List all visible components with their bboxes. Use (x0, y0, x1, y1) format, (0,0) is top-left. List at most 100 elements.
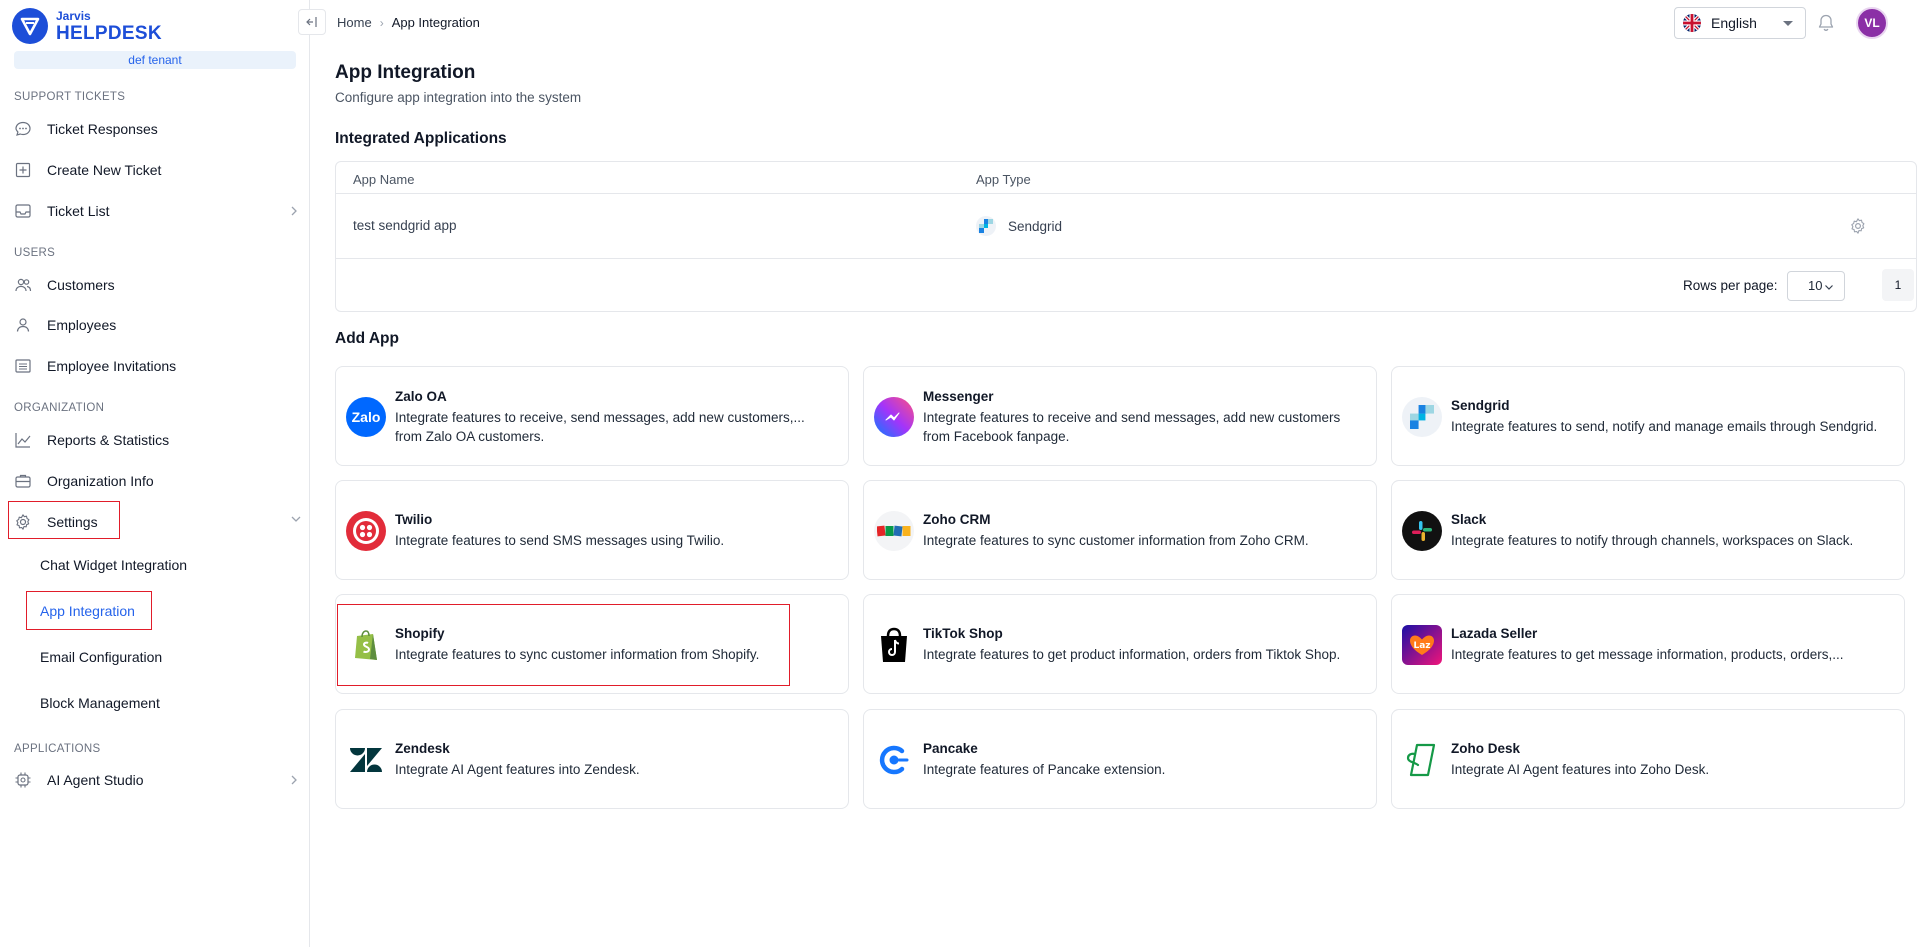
table-row-divider (336, 258, 1916, 259)
sidebar-item-ticket-responses[interactable]: Ticket Responses (14, 116, 158, 142)
twilio-icon (346, 511, 386, 551)
chevron-down-icon (1825, 285, 1833, 290)
sidebar-item-label: Employees (47, 317, 117, 333)
page-title: App Integration (335, 62, 476, 83)
app-card-description: Integrate features to notify through cha… (1451, 533, 1854, 548)
list-icon (14, 357, 32, 375)
avatar[interactable]: VL (1856, 7, 1888, 39)
app-card-description: Integrate features to sync customer info… (923, 533, 1309, 548)
line-chart-icon (14, 431, 32, 449)
tiktok-shop-icon (874, 625, 914, 665)
section-users: USERS (14, 247, 56, 259)
sidebar-item-ai-agent-studio[interactable]: AI Agent Studio (14, 767, 144, 793)
app-card-lazada-seller[interactable]: Laz Lazada Seller Integrate features to … (1391, 594, 1905, 694)
bell-icon[interactable] (1816, 13, 1836, 33)
sidebar-item-customers[interactable]: Customers (14, 272, 115, 298)
breadcrumb-home[interactable]: Home (337, 15, 372, 30)
app-card-name: Twilio (395, 512, 433, 527)
collapse-sidebar-button[interactable] (298, 9, 326, 35)
app-card-description: Integrate features to receive and send m… (923, 410, 1341, 444)
column-header-app-type: App Type (976, 172, 1031, 187)
breadcrumb-separator-icon: › (379, 15, 384, 30)
jarvis-logo-icon (12, 8, 48, 44)
sidebar-item-reports[interactable]: Reports & Statistics (14, 427, 169, 453)
app-card-description: Integrate features of Pancake extension. (923, 762, 1166, 777)
app-card-slack[interactable]: Slack Integrate features to notify throu… (1391, 480, 1905, 580)
sidebar-item-organization-info[interactable]: Organization Info (14, 468, 154, 494)
sidebar-subitem-block-mgmt[interactable]: Block Management (40, 693, 160, 713)
highlight-box-settings (8, 501, 120, 539)
sidebar-item-employees[interactable]: Employees (14, 312, 116, 338)
chevron-right-icon (291, 206, 297, 216)
app-card-name: Zalo OA (395, 389, 447, 404)
language-select[interactable]: English (1674, 7, 1806, 39)
zendesk-icon (346, 740, 386, 780)
app-card-messenger[interactable]: Messenger Integrate features to receive … (863, 366, 1377, 466)
rows-per-page-select[interactable]: 10 (1787, 271, 1845, 301)
zalo-icon: Zalo (346, 397, 386, 437)
sidebar: Jarvis HELPDESK def tenant SUPPORT TICKE… (0, 0, 310, 947)
breadcrumb: Home › App Integration (337, 15, 480, 30)
app-card-pancake[interactable]: Pancake Integrate features of Pancake ex… (863, 709, 1377, 809)
messenger-icon (874, 397, 914, 437)
app-card-description: Integrate AI Agent features into Zendesk… (395, 762, 640, 777)
column-header-app-name: App Name (353, 172, 415, 187)
cpu-icon (14, 771, 32, 789)
zoho-crm-icon (874, 511, 914, 551)
sidebar-item-label: Ticket List (47, 203, 110, 219)
table-header-divider (336, 193, 1916, 194)
sidebar-item-ticket-list[interactable]: Ticket List (14, 198, 304, 224)
sidebar-item-label: AI Agent Studio (47, 772, 144, 788)
breadcrumb-current: App Integration (391, 15, 480, 30)
app-card-zoho-crm[interactable]: Zoho CRM Integrate features to sync cust… (863, 480, 1377, 580)
chevron-down-icon (291, 516, 301, 522)
users-icon (14, 276, 32, 294)
sidebar-item-label: Reports & Statistics (47, 432, 170, 448)
sendgrid-icon (976, 216, 996, 236)
app-type-label: Sendgrid (1008, 218, 1063, 234)
app-card-zoho-desk[interactable]: Zoho Desk Integrate AI Agent features in… (1391, 709, 1905, 809)
rows-per-page-label: Rows per page: (1683, 278, 1778, 293)
app-card-name: Lazada Seller (1451, 626, 1538, 641)
page-subtitle: Configure app integration into the syste… (335, 90, 582, 105)
brand-small-text: Jarvis (56, 8, 91, 23)
section-support-tickets: SUPPORT TICKETS (14, 91, 126, 103)
brand[interactable]: Jarvis HELPDESK (12, 8, 162, 44)
app-card-twilio[interactable]: Twilio Integrate features to send SMS me… (335, 480, 849, 580)
rows-per-page-value: 10 (1808, 278, 1823, 293)
app-card-zendesk[interactable]: Zendesk Integrate AI Agent features into… (335, 709, 849, 809)
app-card-tiktok-shop[interactable]: TikTok Shop Integrate features to get pr… (863, 594, 1377, 694)
app-card-sendgrid[interactable]: Sendgrid Integrate features to send, not… (1391, 366, 1905, 466)
language-label: English (1711, 15, 1757, 31)
section-applications: APPLICATIONS (14, 743, 101, 755)
zoho-desk-icon (1402, 740, 1442, 780)
pancake-icon (874, 740, 914, 780)
sidebar-subitem-email-config[interactable]: Email Configuration (40, 647, 162, 667)
tenant-badge[interactable]: def tenant (14, 51, 296, 69)
integrated-applications-title: Integrated Applications (335, 130, 507, 147)
app-card-description: Integrate AI Agent features into Zoho De… (1451, 762, 1710, 777)
chat-bubble-icon (14, 120, 32, 138)
briefcase-icon (14, 472, 32, 490)
collapse-left-icon (306, 17, 317, 27)
sidebar-subitem-chat-widget[interactable]: Chat Widget Integration (40, 555, 187, 575)
caret-down-icon (1783, 21, 1793, 26)
section-organization: ORGANIZATION (14, 402, 105, 414)
app-card-zalo-oa[interactable]: Zalo Zalo OA Integrate features to recei… (335, 366, 849, 466)
svg-text:Laz: Laz (1413, 641, 1430, 651)
app-card-name: Sendgrid (1451, 398, 1510, 413)
app-card-name: Zoho CRM (923, 512, 991, 527)
app-card-description: Integrate features to send SMS messages … (395, 533, 725, 548)
app-card-name: Zoho Desk (1451, 741, 1521, 756)
sidebar-item-label: Ticket Responses (47, 121, 158, 137)
uk-flag-icon (1683, 14, 1701, 32)
inbox-icon (14, 202, 32, 220)
pagination-page-button[interactable]: 1 (1882, 269, 1914, 301)
plus-square-icon (14, 161, 32, 179)
app-card-description: Integrate features to get product inform… (923, 647, 1341, 662)
app-settings-gear-icon[interactable] (1849, 217, 1867, 235)
sidebar-item-employee-invitations[interactable]: Employee Invitations (14, 353, 176, 379)
sidebar-item-create-ticket[interactable]: Create New Ticket (14, 157, 161, 183)
app-card-name: Slack (1451, 512, 1487, 527)
user-icon (14, 316, 32, 334)
